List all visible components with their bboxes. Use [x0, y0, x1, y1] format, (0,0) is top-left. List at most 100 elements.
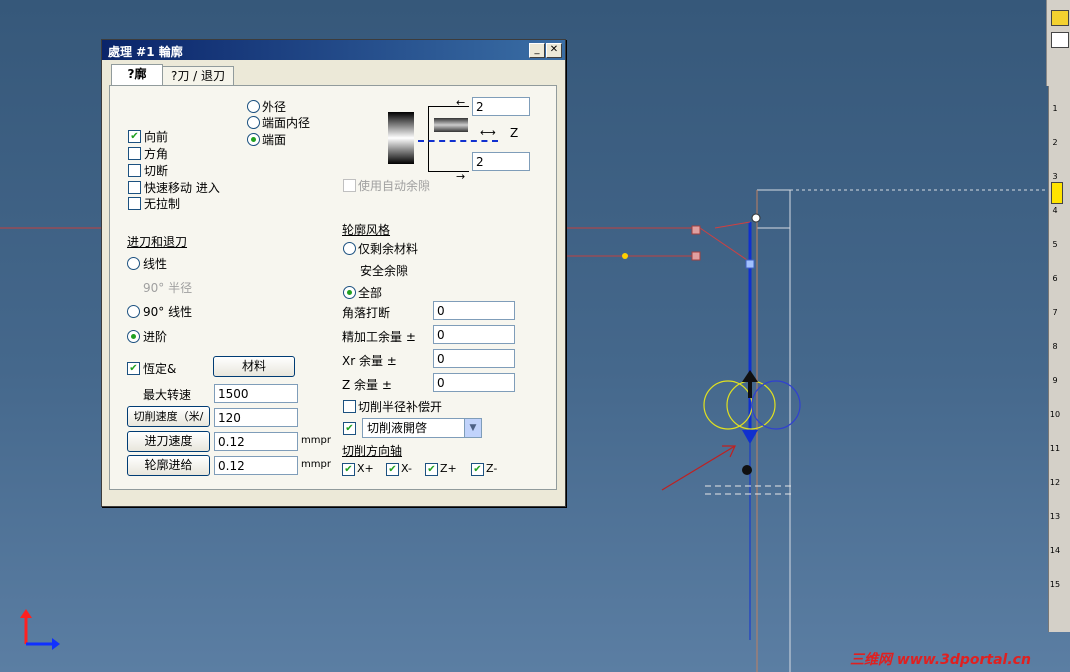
forward-label: 向前 — [144, 130, 169, 144]
coolant-checkbox[interactable]: ✔ — [343, 422, 356, 435]
radio-outer-label: 外径 — [262, 100, 287, 114]
contour-tab-panel: 外径 端面内径 端面 ✔ 向前 方角 切断 快速移动 进入 无拉制 ← 2 ⟷ … — [109, 85, 557, 490]
clearance-input-2[interactable]: 2 — [472, 152, 530, 171]
z-allow-input[interactable]: 0 — [433, 373, 515, 392]
radio-all[interactable] — [343, 286, 356, 299]
finish-allow-input[interactable]: 0 — [433, 325, 515, 344]
square-label: 方角 — [144, 147, 169, 161]
operation-tab[interactable]: 7 — [1049, 308, 1061, 338]
no-pull-checkbox[interactable] — [128, 197, 141, 210]
radio-linear-label: 线性 — [143, 257, 168, 271]
operation-tab[interactable]: 5 — [1049, 240, 1061, 270]
diagram-frame — [428, 106, 469, 172]
arrow-z-icon: ⟷ — [480, 126, 496, 139]
max-speed-label: 最大转速 — [143, 388, 192, 402]
axis-xplus-checkbox[interactable]: ✔ — [342, 463, 355, 476]
operation-tab[interactable]: 15 — [1049, 580, 1061, 610]
centerline — [418, 140, 498, 142]
radio-remaining-label: 仅剩余材料 — [358, 242, 419, 256]
square-checkbox[interactable] — [128, 147, 141, 160]
right-toolbar — [1046, 0, 1070, 86]
rapid-label: 快速移动 进入 — [144, 181, 220, 195]
lead-section-title: 进刀和退刀 — [127, 235, 188, 249]
radio-feed-in[interactable] — [127, 330, 140, 343]
dialog-titlebar[interactable]: 處理 #1 輪廓 _ ✕ — [102, 40, 565, 60]
copy-icon[interactable] — [1051, 32, 1069, 48]
coolant-select[interactable]: 切削液開啓 ▼ — [362, 418, 482, 438]
xr-allow-label: Xr 余量 ± — [342, 354, 397, 368]
no-pull-label: 无拉制 — [144, 197, 181, 211]
eraser-icon[interactable] — [1051, 10, 1069, 26]
comp-label: 切削半径补偿开 — [358, 400, 443, 414]
operation-tab[interactable]: 10 — [1049, 410, 1061, 440]
operation-tab[interactable]: 2 — [1049, 138, 1061, 168]
operation-tab[interactable]: 6 — [1049, 274, 1061, 304]
z-allow-label: Z 余量 ± — [342, 378, 392, 392]
contour-feed-unit: mmpr — [301, 459, 331, 470]
axis-zplus-checkbox[interactable]: ✔ — [425, 463, 438, 476]
radius-90-label: 90° 半径 — [143, 281, 193, 295]
auto-clearance-label: 使用自动余隙 — [358, 179, 431, 193]
safe-clearance-label: 安全余隙 — [360, 264, 409, 278]
operation-tab[interactable]: 4 — [1049, 206, 1061, 236]
chuck-graphic — [388, 112, 414, 164]
auto-clearance-checkbox[interactable] — [343, 179, 356, 192]
radio-face-label: 端面 — [262, 133, 287, 147]
arrow-left-icon: ← — [456, 96, 466, 109]
operation-tab[interactable]: 3 — [1049, 172, 1061, 202]
dialog-title: 處理 #1 輪廓 — [108, 45, 183, 59]
radio-remaining-only[interactable] — [343, 242, 356, 255]
clearance-diagram: ← 2 ⟷ Z 2 → — [388, 96, 548, 183]
operation-tab[interactable]: 1 — [1049, 104, 1061, 134]
max-speed-input[interactable]: 1500 — [214, 384, 298, 403]
contour-feed-input[interactable]: 0.12 — [214, 456, 298, 475]
cut-dir-axis-title: 切削方向轴 — [342, 444, 403, 458]
chevron-down-icon[interactable]: ▼ — [464, 419, 481, 437]
comp-checkbox[interactable] — [343, 400, 356, 413]
contour-feed-button[interactable]: 轮廓进给 — [127, 455, 210, 476]
radio-linear[interactable] — [127, 257, 140, 270]
axis-xminus-checkbox[interactable]: ✔ — [386, 463, 399, 476]
radio-linear-90-label: 90° 线性 — [143, 305, 193, 319]
minimize-button[interactable]: _ — [529, 43, 545, 58]
operation-tab[interactable]: 9 — [1049, 376, 1061, 406]
radio-all-label: 全部 — [358, 286, 383, 300]
corner-break-input[interactable]: 0 — [433, 301, 515, 320]
radio-face-inner[interactable] — [247, 116, 260, 129]
cut-speed-button[interactable]: 切削速度（米/分） — [127, 406, 210, 427]
operation-tab[interactable]: 13 — [1049, 512, 1061, 542]
radio-outer-diameter[interactable] — [247, 100, 260, 113]
xr-allow-input[interactable]: 0 — [433, 349, 515, 368]
operation-tab[interactable]: 11 — [1049, 444, 1061, 474]
operation-tab[interactable]: 8 — [1049, 342, 1061, 372]
profile-style-title: 轮廓风格 — [342, 223, 391, 237]
tab-lead-in-out[interactable]: ?刀 / 退刀 — [162, 66, 234, 86]
corner-break-label: 角落打断 — [342, 306, 391, 320]
feed-rate-input[interactable]: 0.12 — [214, 432, 298, 451]
operation-tab[interactable]: 12 — [1049, 478, 1061, 508]
site-watermark: 三维网 www.3dportal.cn — [850, 652, 1031, 668]
close-button[interactable]: ✕ — [546, 43, 562, 58]
feed-rate-button[interactable]: 进刀速度 — [127, 431, 210, 452]
material-button[interactable]: 材料 — [213, 356, 295, 377]
forward-checkbox[interactable]: ✔ — [128, 130, 141, 143]
tab-contour[interactable]: ?廓 — [111, 64, 163, 86]
axis-zplus-label: Z+ — [440, 462, 457, 475]
radio-face[interactable] — [247, 133, 260, 146]
cut-speed-input[interactable]: 120 — [214, 408, 298, 427]
axis-zminus-checkbox[interactable]: ✔ — [471, 463, 484, 476]
contour-dialog: 處理 #1 輪廓 _ ✕ ?廓 ?刀 / 退刀 外径 端面内径 端面 ✔ 向前 … — [101, 39, 566, 507]
feed-rate-unit: mmpr — [301, 435, 331, 446]
arrow-right-icon: → — [456, 170, 466, 183]
operation-tab[interactable]: 14 — [1049, 546, 1061, 576]
radio-linear-90[interactable] — [127, 305, 140, 318]
finish-allow-label: 精加工余量 ± — [342, 330, 416, 344]
cut-label: 切断 — [144, 164, 169, 178]
coolant-select-value: 切削液開啓 — [367, 421, 428, 435]
axis-xminus-label: X- — [401, 462, 412, 475]
clearance-input-1[interactable]: 2 — [472, 97, 530, 116]
constant-checkbox[interactable]: ✔ — [127, 362, 140, 375]
rapid-checkbox[interactable] — [128, 181, 141, 194]
cut-checkbox[interactable] — [128, 164, 141, 177]
constant-label: 恆定& — [143, 362, 177, 376]
